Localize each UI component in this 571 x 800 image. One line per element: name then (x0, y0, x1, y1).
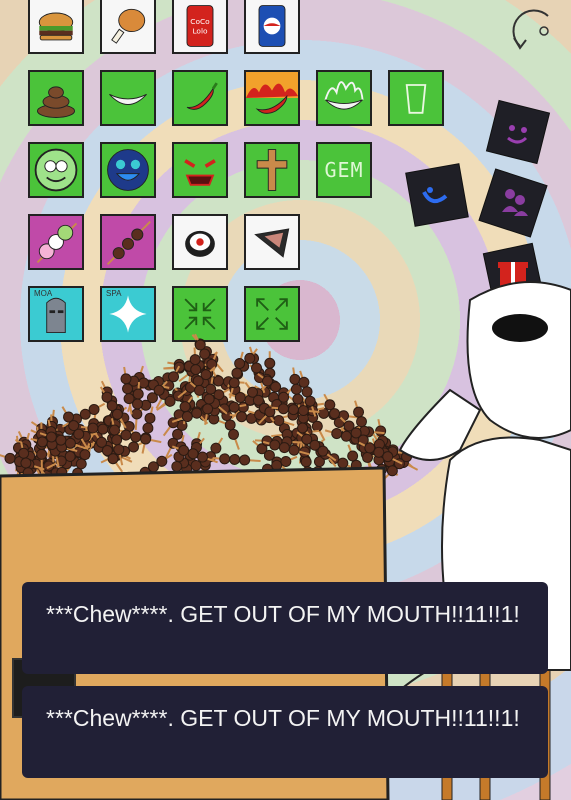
chili-pepper-icon (186, 82, 218, 110)
melon-face-icon (34, 148, 78, 192)
sushi-icon (185, 230, 215, 257)
dialog-box-1[interactable]: ***Chew****. GET OUT OF MY MOUTH!!11!!1! (22, 582, 548, 674)
item-demon-face[interactable] (172, 142, 228, 198)
item-cup[interactable] (388, 70, 444, 126)
poop-icon (36, 86, 76, 118)
item-pepper[interactable] (172, 70, 228, 126)
item-cola[interactable]: CoCo Lolo (172, 0, 228, 54)
svg-text:CoCo: CoCo (190, 17, 210, 26)
item-skewer[interactable] (100, 214, 156, 270)
flame-smile-icon (324, 81, 364, 110)
item-soda[interactable] (244, 0, 300, 54)
item-poop[interactable] (28, 70, 84, 126)
gem-text-icon: GEM (324, 158, 364, 182)
demon-face-icon (184, 159, 216, 186)
onigiri-icon (254, 228, 290, 258)
dialog-stack: ***Chew****. GET OUT OF MY MOUTH!!11!!1!… (22, 582, 548, 790)
smile-icon (109, 93, 147, 105)
item-gem[interactable]: GEM (316, 142, 372, 198)
skewer-icon (106, 220, 151, 265)
moai-label: MOA (34, 289, 53, 298)
burger-icon (38, 12, 74, 41)
flaming-pepper-icon (246, 72, 298, 114)
item-smile[interactable] (100, 70, 156, 126)
cola-can-icon: CoCoLolo (186, 5, 214, 47)
cup-icon (405, 84, 427, 114)
item-dango[interactable] (28, 214, 84, 270)
item-sushi[interactable] (172, 214, 228, 270)
sparkle-label: SPA (106, 289, 122, 298)
skewer-piece (212, 453, 261, 466)
item-flaming-pepper[interactable] (244, 70, 300, 126)
item-melon-face[interactable] (28, 142, 84, 198)
drumstick-icon (111, 8, 146, 44)
cross-icon (256, 149, 288, 191)
soda-can-icon (258, 5, 286, 47)
blue-face-icon (107, 149, 149, 191)
purple-smile-card-icon[interactable] (482, 96, 554, 168)
item-blue-face[interactable] (100, 142, 156, 198)
item-flame-smile[interactable] (316, 70, 372, 126)
restart-icon[interactable] (508, 4, 558, 54)
blue-face-card-icon[interactable] (398, 156, 476, 234)
item-cross[interactable] (244, 142, 300, 198)
item-burger[interactable] (28, 0, 84, 54)
dialog-box-2[interactable]: ***Chew****. GET OUT OF MY MOUTH!!11!!1! (22, 686, 548, 778)
item-drumstick[interactable] (100, 0, 156, 54)
svg-text:Lolo: Lolo (192, 26, 208, 35)
dialog-text-1: ***Chew****. GET OUT OF MY MOUTH!!11!!1! (46, 601, 520, 627)
item-onigiri[interactable] (244, 214, 300, 270)
dango-icon (36, 222, 78, 264)
purple-figures-card-icon[interactable] (474, 164, 552, 242)
dialog-text-2: ***Chew****. GET OUT OF MY MOUTH!!11!!1! (46, 705, 520, 731)
